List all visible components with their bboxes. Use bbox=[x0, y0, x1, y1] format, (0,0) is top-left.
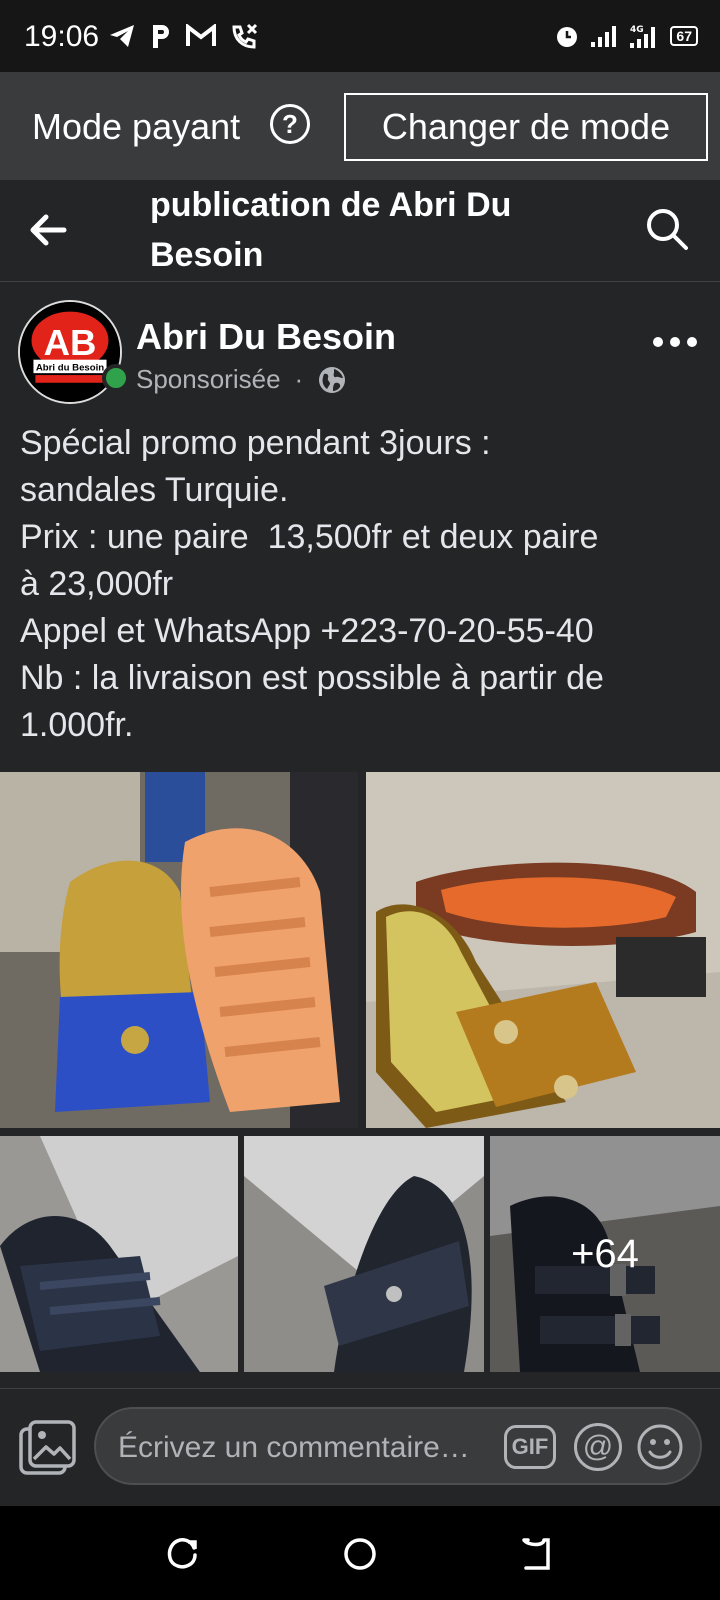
photo-picker-icon[interactable] bbox=[18, 1419, 78, 1477]
more-photos-count[interactable]: +64 bbox=[490, 1136, 720, 1372]
search-icon[interactable] bbox=[644, 206, 690, 252]
battery-indicator: 67 bbox=[670, 26, 698, 46]
signal-icon bbox=[591, 26, 617, 47]
back-icon[interactable] bbox=[518, 1536, 554, 1572]
post-text-line: Appel et WhatsApp +223-70-20-55-40 bbox=[20, 612, 594, 650]
mode-label: Mode payant bbox=[32, 106, 241, 147]
top-nav: publication de Abri Du Besoin bbox=[0, 180, 720, 282]
post-meta: Sponsorisée · bbox=[136, 364, 347, 395]
sandal-blue-photo bbox=[0, 772, 358, 1128]
signal-4g-icon: 4G bbox=[630, 25, 656, 48]
mention-icon[interactable]: @ bbox=[574, 1423, 622, 1471]
post-text-line: Spécial promo pendant 3jours : bbox=[20, 424, 491, 462]
post-text-line: Nb : la livraison est possible à partir … bbox=[20, 659, 604, 697]
post-text: Spécial promo pendant 3jours : sandales … bbox=[20, 420, 710, 749]
gif-icon[interactable]: GIF bbox=[504, 1425, 556, 1469]
telegram-icon bbox=[110, 25, 134, 47]
online-status-dot bbox=[102, 364, 130, 392]
comment-bar: Écrivez un commentaire… GIF @ bbox=[0, 1388, 720, 1506]
post-photo[interactable]: +64 bbox=[490, 1136, 720, 1372]
missed-call-icon bbox=[232, 23, 258, 49]
status-time: 19:06 bbox=[24, 20, 100, 53]
sponsored-label: Sponsorisée bbox=[136, 364, 281, 394]
help-icon[interactable]: ? bbox=[270, 104, 310, 144]
back-arrow-icon[interactable] bbox=[24, 206, 72, 254]
more-options-icon[interactable] bbox=[652, 330, 698, 354]
change-mode-button[interactable]: Changer de mode bbox=[344, 93, 708, 161]
post-text-line: 1.000fr. bbox=[20, 706, 134, 744]
sandal-black-photo bbox=[244, 1136, 484, 1372]
svg-text:Abri du Besoin: Abri du Besoin bbox=[36, 362, 104, 373]
system-nav-bar bbox=[0, 1506, 720, 1600]
post-photo[interactable] bbox=[0, 1136, 238, 1372]
globe-icon bbox=[319, 366, 346, 393]
status-bar: 19:06 4G 67 bbox=[0, 0, 720, 72]
meta-separator: · bbox=[294, 364, 304, 394]
author-name[interactable]: Abri Du Besoin bbox=[136, 316, 396, 358]
post-photo[interactable] bbox=[366, 772, 720, 1128]
post-photo[interactable] bbox=[0, 772, 358, 1128]
home-icon[interactable] bbox=[342, 1536, 378, 1572]
post-photo[interactable] bbox=[244, 1136, 484, 1372]
comment-input[interactable]: Écrivez un commentaire… GIF @ bbox=[94, 1407, 702, 1485]
notification-icons bbox=[108, 20, 260, 52]
svg-text:4G: 4G bbox=[630, 25, 644, 35]
system-icons: 4G 67 bbox=[554, 22, 698, 50]
page-title: publication de Abri Du Besoin bbox=[150, 186, 512, 274]
recent-apps-icon[interactable] bbox=[164, 1536, 200, 1572]
data-mode-bar: Mode payant ? Changer de mode bbox=[0, 72, 720, 180]
svg-text:AB: AB bbox=[44, 322, 97, 363]
emoji-icon[interactable] bbox=[636, 1423, 684, 1471]
post-text-line: à 23,000fr bbox=[20, 565, 174, 603]
post-text-line: sandales Turquie. bbox=[20, 471, 289, 509]
gmail-icon bbox=[186, 24, 216, 46]
post-text-line: Prix : une paire 13,500fr et deux paire bbox=[20, 518, 599, 556]
alarm-icon bbox=[557, 27, 578, 47]
sandal-tan-photo bbox=[366, 772, 720, 1128]
comment-placeholder: Écrivez un commentaire… bbox=[118, 1431, 470, 1464]
parking-icon bbox=[153, 25, 169, 48]
sandal-black-photo bbox=[0, 1136, 238, 1372]
